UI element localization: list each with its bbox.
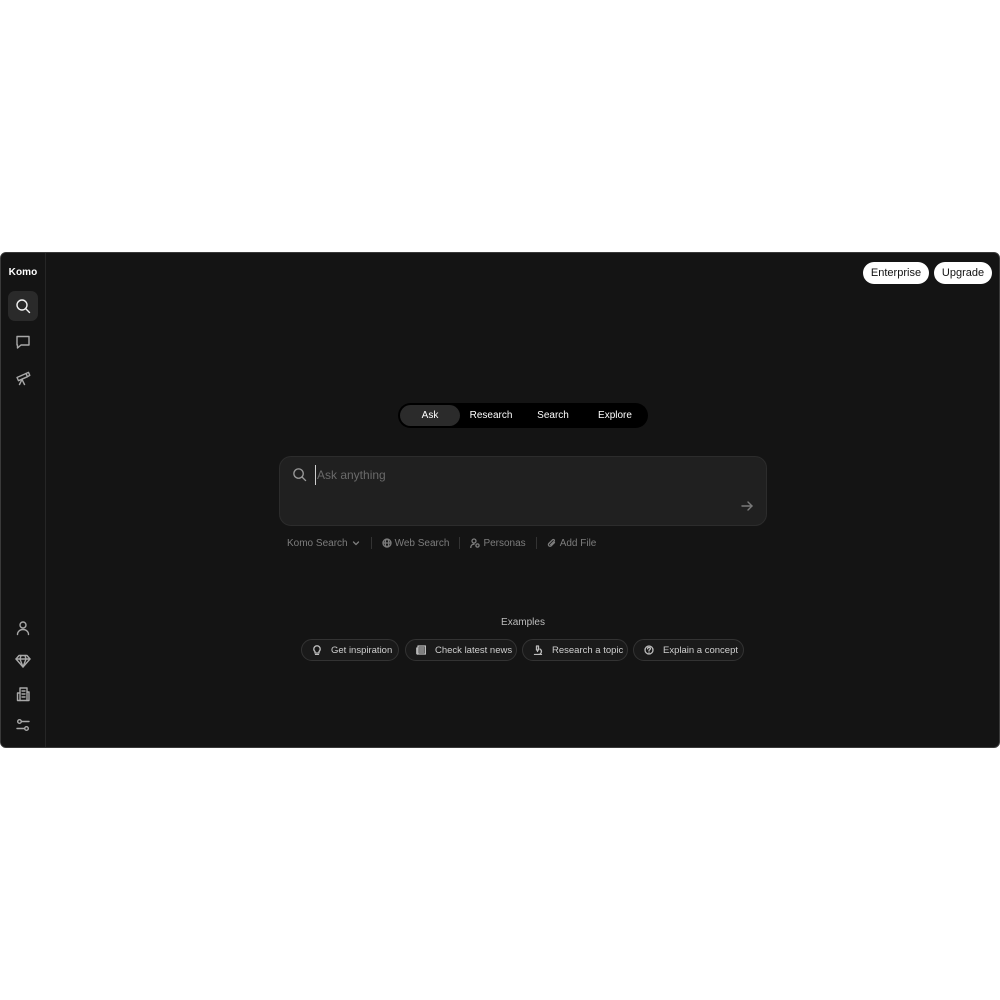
sidebar-item-explore[interactable] bbox=[8, 363, 38, 393]
chevron-down-icon bbox=[352, 541, 359, 546]
send-arrow-icon[interactable] bbox=[740, 499, 754, 513]
example-check-latest-news[interactable]: Check latest news bbox=[405, 639, 517, 661]
example-label: Research a topic bbox=[552, 644, 624, 656]
example-get-inspiration[interactable]: Get inspiration bbox=[301, 639, 399, 661]
add-file-label: Add File bbox=[559, 537, 597, 549]
sidebar-item-search[interactable] bbox=[8, 291, 38, 321]
engine-select[interactable]: Komo Search bbox=[287, 538, 361, 549]
divider bbox=[535, 537, 537, 549]
search-icon bbox=[292, 467, 307, 482]
chat-icon bbox=[16, 335, 30, 349]
divider bbox=[459, 537, 461, 549]
web-search-toggle[interactable]: Web Search bbox=[381, 537, 450, 549]
microscope-icon bbox=[533, 645, 543, 655]
example-label: Get inspiration bbox=[331, 644, 393, 656]
diamond-icon bbox=[15, 654, 31, 668]
example-label: Check latest news bbox=[435, 644, 513, 656]
add-file-button[interactable]: Add File bbox=[547, 537, 597, 549]
personas-button[interactable]: Personas bbox=[470, 537, 526, 549]
web-search-label: Web Search bbox=[394, 537, 450, 549]
sidebar-item-chat[interactable] bbox=[8, 327, 38, 357]
telescope-icon bbox=[16, 371, 31, 386]
divider bbox=[370, 537, 372, 549]
tab-research[interactable]: Research bbox=[460, 405, 522, 426]
brand-logo: Komo bbox=[8, 267, 38, 278]
sidebar: Komo bbox=[1, 253, 46, 747]
examples-title: Examples bbox=[501, 617, 545, 628]
sidebar-item-plans[interactable] bbox=[8, 646, 38, 676]
sidebar-item-settings[interactable] bbox=[8, 710, 38, 740]
persona-icon bbox=[470, 538, 481, 548]
app-window: Komo Enterprise Upgrade Ask Research Sea… bbox=[0, 252, 1000, 748]
tab-ask[interactable]: Ask bbox=[400, 405, 460, 426]
sidebar-item-enterprise[interactable] bbox=[8, 679, 38, 709]
search-icon bbox=[16, 299, 31, 314]
sliders-icon bbox=[16, 719, 30, 731]
upgrade-button[interactable]: Upgrade bbox=[934, 262, 992, 284]
newspaper-icon bbox=[416, 645, 426, 655]
tab-search[interactable]: Search bbox=[522, 405, 584, 426]
question-circle-icon bbox=[644, 645, 654, 655]
lightbulb-icon bbox=[313, 645, 321, 655]
search-input[interactable] bbox=[315, 465, 717, 485]
tab-explore[interactable]: Explore bbox=[584, 405, 646, 426]
mode-tabs: Ask Research Search Explore bbox=[398, 403, 648, 428]
personas-label: Personas bbox=[483, 537, 526, 549]
building-icon bbox=[16, 687, 30, 702]
enterprise-button[interactable]: Enterprise bbox=[863, 262, 929, 284]
engine-select-label: Komo Search bbox=[287, 537, 348, 549]
example-label: Explain a concept bbox=[663, 644, 738, 656]
search-box bbox=[279, 456, 767, 526]
paperclip-icon bbox=[547, 538, 555, 547]
example-explain-a-concept[interactable]: Explain a concept bbox=[633, 639, 744, 661]
search-tools: Komo Search Web Search Personas Add File bbox=[287, 536, 596, 550]
globe-icon bbox=[381, 538, 392, 548]
example-research-a-topic[interactable]: Research a topic bbox=[522, 639, 628, 661]
